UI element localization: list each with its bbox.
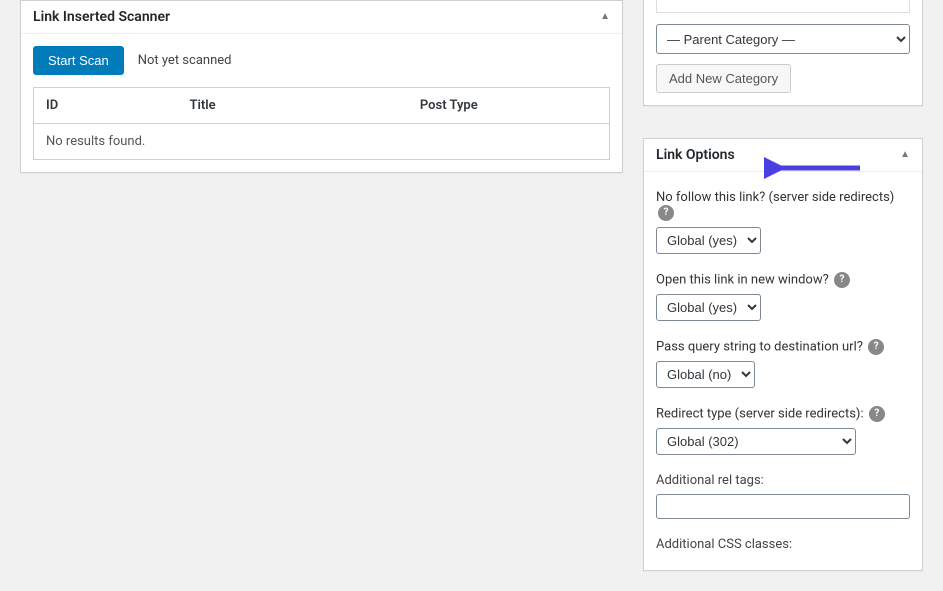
- help-icon[interactable]: ?: [658, 205, 674, 221]
- redirect-select[interactable]: Global (302): [656, 428, 856, 455]
- table-row: No results found.: [34, 124, 610, 160]
- input-cutoff-edge: [656, 0, 910, 13]
- nofollow-select[interactable]: Global (yes): [656, 227, 761, 254]
- categories-metabox-partial: — Parent Category — Add New Category: [643, 0, 923, 106]
- link-options-metabox: Link Options ▲ No follow this link? (ser…: [643, 138, 923, 571]
- col-id: ID: [34, 88, 178, 124]
- col-post-type: Post Type: [408, 88, 610, 124]
- collapse-icon: ▲: [600, 12, 610, 22]
- nofollow-label: No follow this link? (server side redire…: [656, 190, 894, 205]
- rel-tags-input[interactable]: [656, 494, 910, 519]
- query-select[interactable]: Global (no): [656, 361, 755, 388]
- scanner-metabox-header[interactable]: Link Inserted Scanner ▲: [21, 1, 622, 34]
- add-new-category-button[interactable]: Add New Category: [656, 64, 791, 93]
- query-label: Pass query string to destination url?: [656, 339, 863, 354]
- start-scan-button[interactable]: Start Scan: [33, 46, 124, 75]
- scan-results-table: ID Title Post Type No results found.: [33, 87, 610, 160]
- scan-status: Not yet scanned: [138, 53, 232, 68]
- parent-category-select[interactable]: — Parent Category —: [656, 24, 910, 54]
- collapse-icon: ▲: [900, 150, 910, 160]
- redirect-label: Redirect type (server side redirects):: [656, 406, 864, 421]
- help-icon[interactable]: ?: [868, 339, 884, 355]
- help-icon[interactable]: ?: [834, 272, 850, 288]
- table-header-row: ID Title Post Type: [34, 88, 610, 124]
- rel-tags-label: Additional rel tags:: [656, 473, 910, 488]
- link-options-title: Link Options: [656, 147, 735, 163]
- newwindow-select[interactable]: Global (yes): [656, 294, 761, 321]
- col-title: Title: [178, 88, 408, 124]
- link-options-header[interactable]: Link Options ▲: [644, 139, 922, 172]
- help-icon[interactable]: ?: [869, 406, 885, 422]
- css-classes-label: Additional CSS classes:: [656, 537, 910, 552]
- empty-row: No results found.: [34, 124, 610, 160]
- scanner-title: Link Inserted Scanner: [33, 9, 170, 25]
- newwindow-label: Open this link in new window?: [656, 272, 829, 287]
- link-inserted-scanner-metabox: Link Inserted Scanner ▲ Start Scan Not y…: [20, 0, 623, 173]
